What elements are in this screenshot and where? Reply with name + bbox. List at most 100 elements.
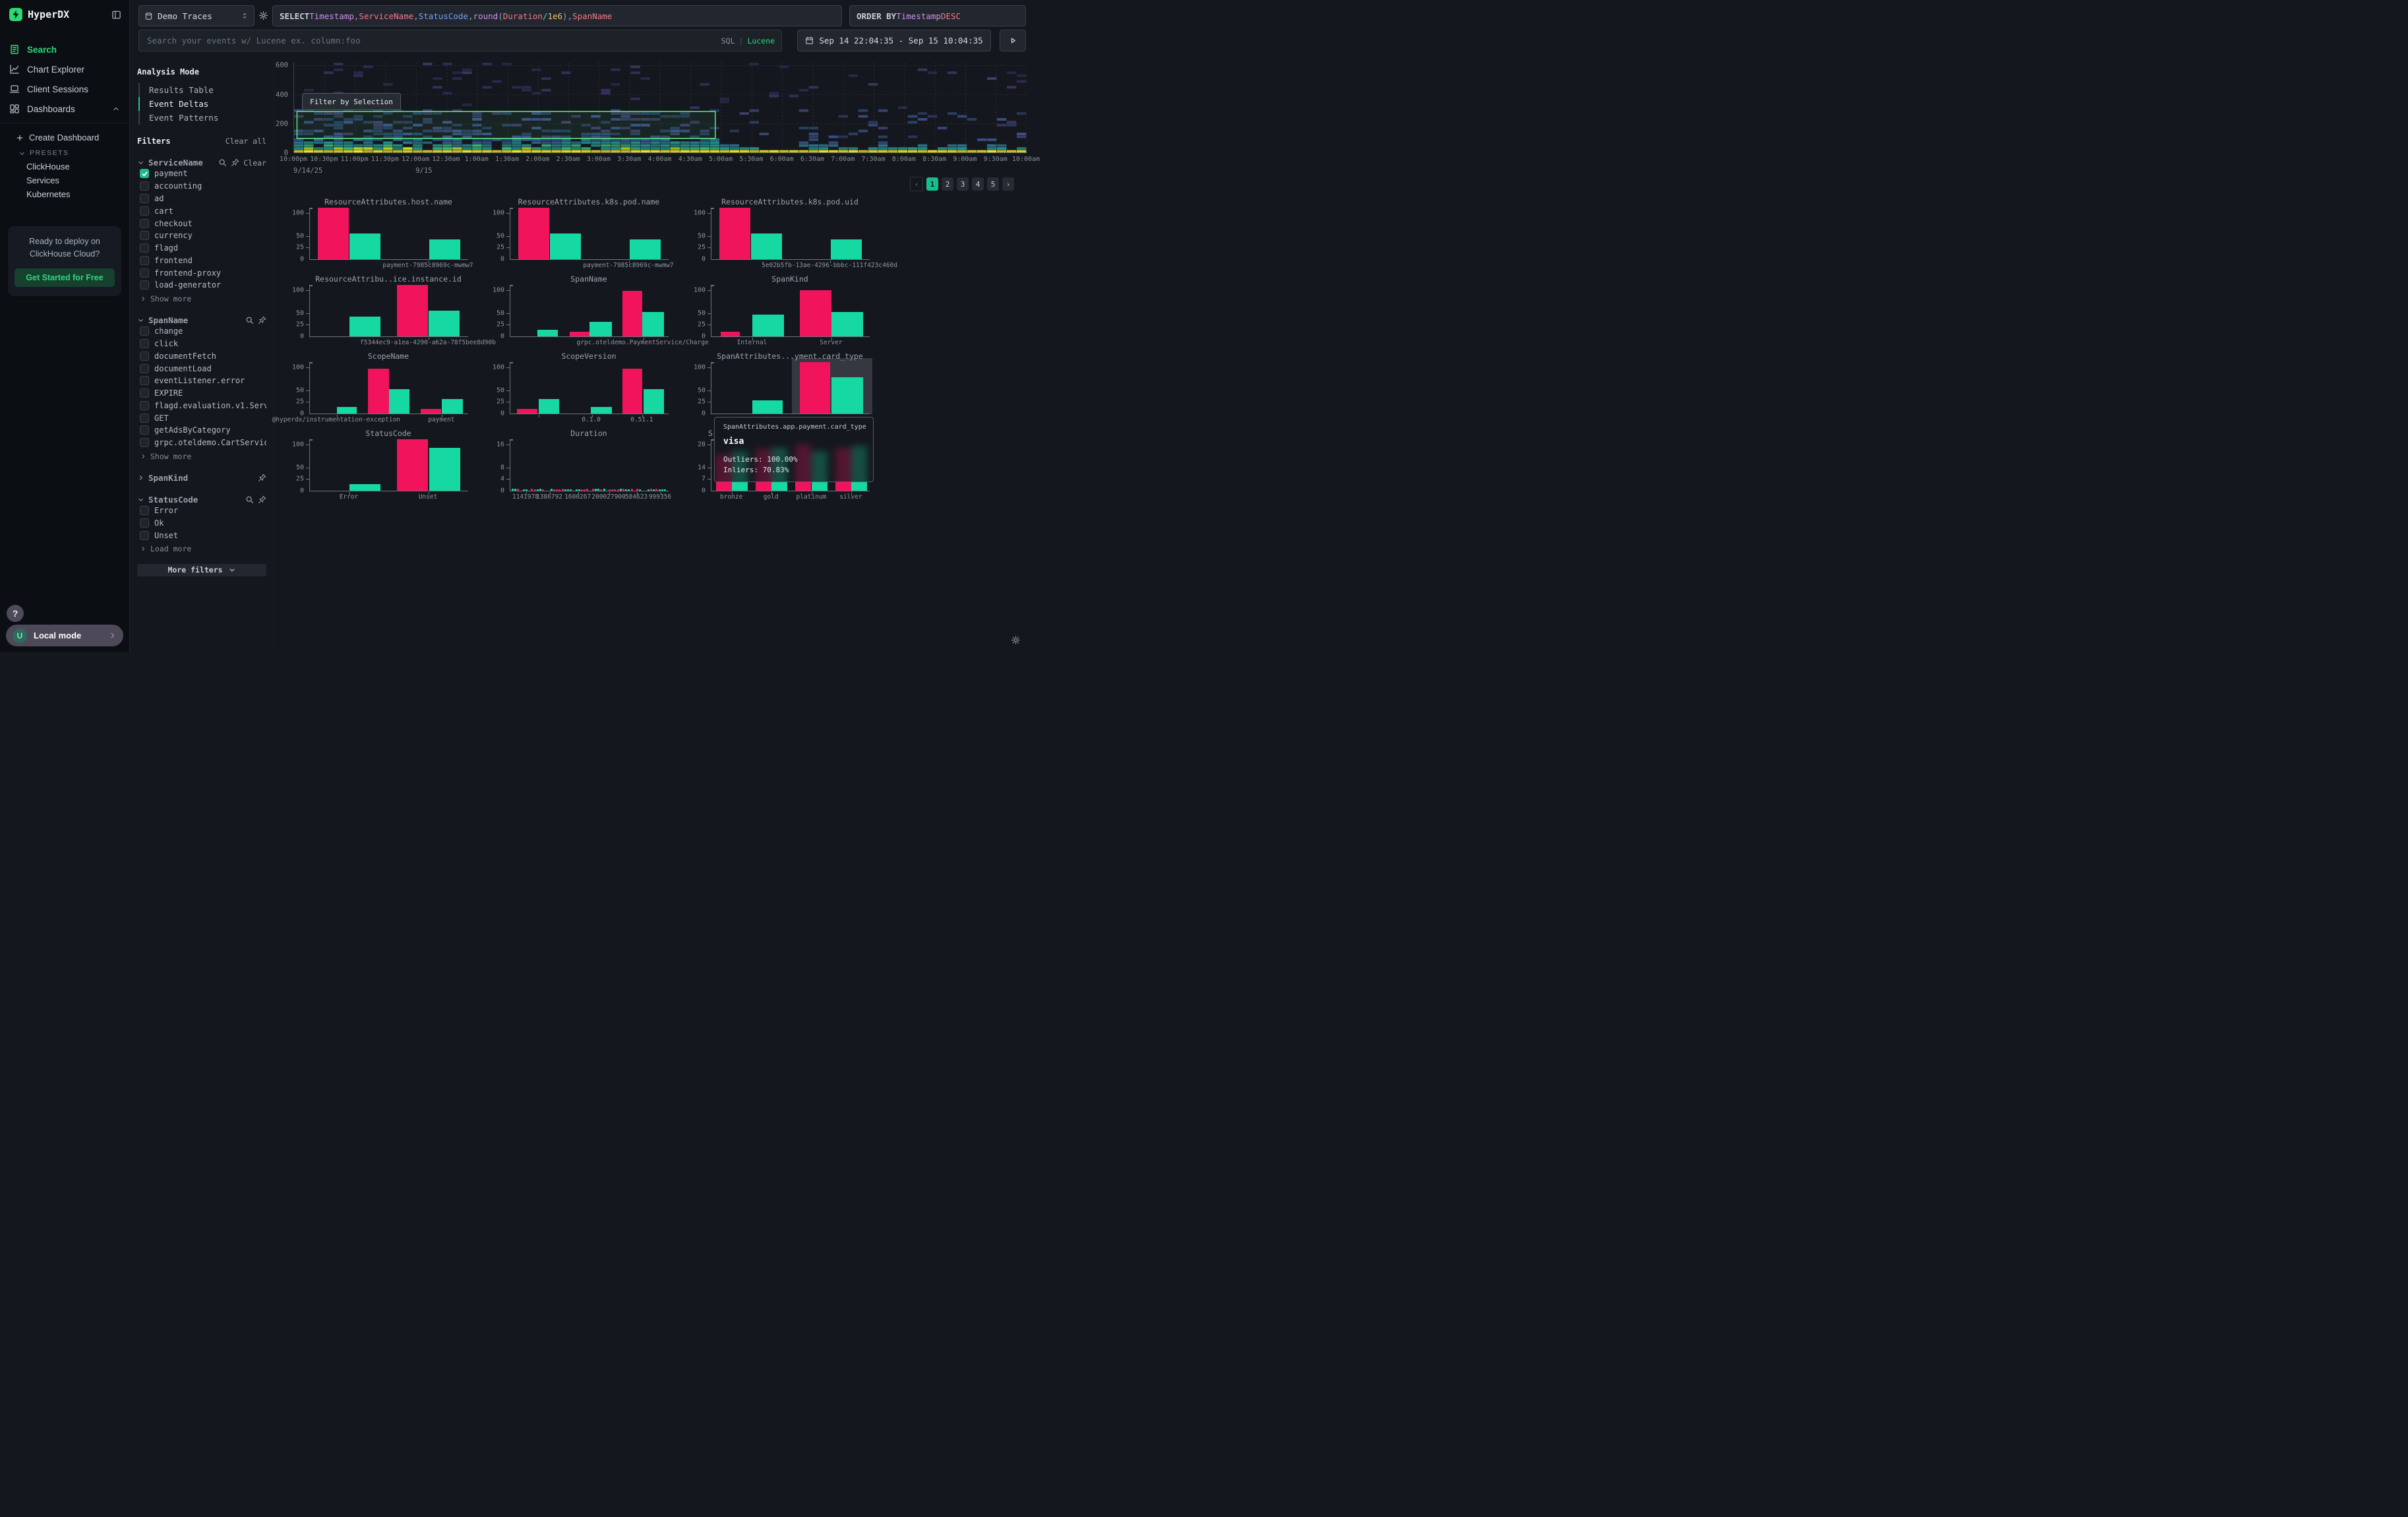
- filter-option-frontend[interactable]: frontend: [137, 254, 266, 266]
- bar-inliers[interactable]: [589, 322, 612, 336]
- bar-inliers[interactable]: [389, 389, 409, 414]
- preset-item-clickhouse[interactable]: ClickHouse: [0, 160, 129, 173]
- help-button[interactable]: ?: [7, 605, 24, 622]
- load-more-button[interactable]: Load more: [137, 542, 266, 553]
- filter-option-ad[interactable]: ad: [137, 193, 266, 205]
- chart-scope-name[interactable]: ScopeName02550100@hyperdx/instrumentatio…: [280, 352, 478, 425]
- chart-scope-version[interactable]: ScopeVersion025501000.1.00.51.1: [481, 352, 678, 425]
- checkbox[interactable]: [140, 268, 149, 278]
- checkbox[interactable]: [140, 364, 149, 373]
- filter-by-selection-button[interactable]: Filter by Selection: [302, 93, 401, 110]
- filter-option-payment[interactable]: payment: [137, 168, 266, 180]
- search-icon[interactable]: [218, 158, 227, 167]
- page-next-button[interactable]: ›: [1002, 177, 1014, 191]
- bar-inliers[interactable]: [831, 377, 863, 414]
- filter-option-get[interactable]: GET: [137, 412, 266, 424]
- checkbox[interactable]: [140, 280, 149, 290]
- run-query-button[interactable]: [1000, 30, 1026, 51]
- chart-host-name[interactable]: ResourceAttributes.host.name02550100paym…: [280, 197, 478, 271]
- local-mode-menu[interactable]: U Local mode: [6, 625, 123, 646]
- sql-mode-toggle[interactable]: SQL: [721, 36, 735, 46]
- pin-icon[interactable]: [258, 495, 266, 504]
- bar-outliers[interactable]: [570, 332, 589, 336]
- filter-option-load-generator[interactable]: load-generator: [137, 279, 266, 292]
- sidebar-item-client-sessions[interactable]: Client Sessions: [0, 79, 129, 99]
- bar-inliers[interactable]: [752, 315, 784, 336]
- analysis-mode-event-deltas[interactable]: Event Deltas: [138, 97, 266, 111]
- bar-inliers[interactable]: [550, 233, 581, 259]
- clear-all-button[interactable]: Clear all: [226, 137, 266, 146]
- checkbox[interactable]: [140, 401, 149, 410]
- checkbox[interactable]: [140, 169, 149, 178]
- sidebar-collapse-icon[interactable]: [111, 10, 121, 20]
- lucene-mode-toggle[interactable]: Lucene: [747, 36, 775, 46]
- chart-payment-card-type[interactable]: SpanAttributes...yment.card_type02550100: [682, 352, 880, 425]
- checkbox[interactable]: [140, 531, 149, 540]
- bar-outliers[interactable]: [368, 369, 389, 414]
- select-query-input[interactable]: SELECT Timestamp, ServiceName, StatusCod…: [272, 5, 842, 26]
- bar-outliers[interactable]: [397, 439, 428, 491]
- page-button-5[interactable]: 5: [987, 177, 999, 191]
- filter-section-header-spankind[interactable]: SpanKind: [137, 473, 266, 483]
- analysis-mode-results-table[interactable]: Results Table: [138, 83, 266, 97]
- checkbox[interactable]: [140, 194, 149, 203]
- create-dashboard-button[interactable]: Create Dashboard: [0, 130, 129, 145]
- filter-option-frontend-proxy[interactable]: frontend-proxy: [137, 266, 266, 279]
- bar-outliers[interactable]: [318, 208, 349, 259]
- filter-option-getadsbycategory[interactable]: getAdsByCategory: [137, 424, 266, 437]
- chart-k8s-pod-uid[interactable]: ResourceAttributes.k8s.pod.uid025501005e…: [682, 197, 880, 271]
- clear-section-button[interactable]: Clear: [243, 158, 266, 168]
- bar-outliers[interactable]: [721, 332, 740, 336]
- chart-span-name[interactable]: SpanName02550100grpc.oteldemo.PaymentSer…: [481, 274, 678, 348]
- pin-icon[interactable]: [258, 316, 266, 325]
- filter-option-grpc-oteldemo-cartservic-[interactable]: grpc.oteldemo.CartServic…: [137, 437, 266, 449]
- bar-outliers[interactable]: [800, 290, 831, 336]
- bar-outliers[interactable]: [622, 291, 642, 336]
- pin-icon[interactable]: [258, 474, 266, 482]
- checkbox[interactable]: [140, 181, 149, 191]
- filter-option-flagd[interactable]: flagd: [137, 242, 266, 255]
- preset-item-services[interactable]: Services: [0, 173, 129, 187]
- filter-option-eventlistener-error[interactable]: eventListener.error: [137, 375, 266, 387]
- filter-option-ok[interactable]: Ok: [137, 516, 266, 529]
- chart-k8s-pod-name[interactable]: ResourceAttributes.k8s.pod.name02550100p…: [481, 197, 678, 271]
- date-range-picker[interactable]: Sep 14 22:04:35 - Sep 15 10:04:35: [797, 30, 991, 51]
- bar-inliers[interactable]: [539, 399, 559, 414]
- bar-inliers[interactable]: [429, 239, 460, 259]
- heatmap-selection[interactable]: [297, 111, 715, 139]
- bar-inliers[interactable]: [537, 330, 558, 336]
- checkbox[interactable]: [140, 506, 149, 515]
- analysis-mode-event-patterns[interactable]: Event Patterns: [138, 111, 266, 125]
- filter-option-accounting[interactable]: accounting: [137, 180, 266, 193]
- checkbox[interactable]: [140, 231, 149, 240]
- bar-inliers[interactable]: [831, 312, 863, 336]
- get-started-button[interactable]: Get Started for Free: [15, 268, 115, 287]
- bar-inliers[interactable]: [429, 311, 460, 336]
- filter-option-expire[interactable]: EXPIRE: [137, 387, 266, 400]
- filter-section-header-spanname[interactable]: SpanName: [137, 315, 266, 325]
- settings-gear-icon[interactable]: [1011, 635, 1021, 645]
- checkbox[interactable]: [140, 206, 149, 216]
- search-icon[interactable]: [245, 316, 254, 325]
- filter-option-unset[interactable]: Unset: [137, 529, 266, 542]
- checkbox[interactable]: [140, 352, 149, 361]
- filter-option-click[interactable]: click: [137, 338, 266, 350]
- bar-inliers[interactable]: [337, 407, 357, 414]
- duration-heatmap[interactable]: [293, 63, 1027, 153]
- bar-inliers[interactable]: [591, 407, 611, 414]
- source-settings-gear-icon[interactable]: [258, 11, 268, 20]
- filter-option-documentfetch[interactable]: documentFetch: [137, 350, 266, 362]
- bar-inliers[interactable]: [752, 400, 783, 414]
- checkbox[interactable]: [140, 326, 149, 336]
- bar-outliers[interactable]: [518, 208, 549, 259]
- sidebar-item-dashboards[interactable]: Dashboards: [0, 99, 129, 119]
- checkbox[interactable]: [140, 339, 149, 348]
- filter-option-checkout[interactable]: checkout: [137, 217, 266, 230]
- search-input[interactable]: [146, 35, 721, 46]
- bar-inliers[interactable]: [349, 484, 380, 491]
- checkbox[interactable]: [140, 388, 149, 398]
- more-filters-button[interactable]: More filters: [137, 564, 266, 576]
- checkbox[interactable]: [140, 425, 149, 435]
- checkbox[interactable]: [140, 414, 149, 423]
- filter-option-cart[interactable]: cart: [137, 204, 266, 217]
